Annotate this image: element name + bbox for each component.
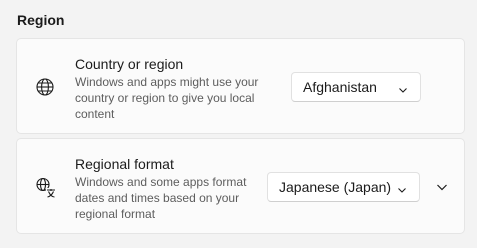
country-or-region-card: Country or region Windows and apps might… — [16, 38, 465, 134]
globe-icon — [35, 77, 55, 97]
expand-regional-format-button[interactable] — [430, 177, 454, 197]
country-dropdown[interactable]: Afghanistan — [291, 72, 421, 102]
section-title-region: Region — [17, 12, 65, 28]
language-icon — [35, 177, 56, 198]
chevron-down-icon — [398, 82, 408, 93]
chevron-down-icon — [397, 182, 407, 193]
country-or-region-title: Country or region — [75, 56, 184, 72]
country-or-region-description: Windows and apps might use your country … — [75, 75, 259, 121]
regional-format-description: Windows and some apps format dates and t… — [75, 175, 247, 221]
regional-format-dropdown-value: Japanese (Japan) — [279, 179, 392, 195]
regional-format-dropdown[interactable]: Japanese (Japan) — [267, 172, 420, 202]
regional-format-title: Regional format — [75, 156, 174, 172]
regional-format-card[interactable]: Regional format Windows and some apps fo… — [16, 138, 465, 234]
country-dropdown-value: Afghanistan — [303, 79, 377, 95]
